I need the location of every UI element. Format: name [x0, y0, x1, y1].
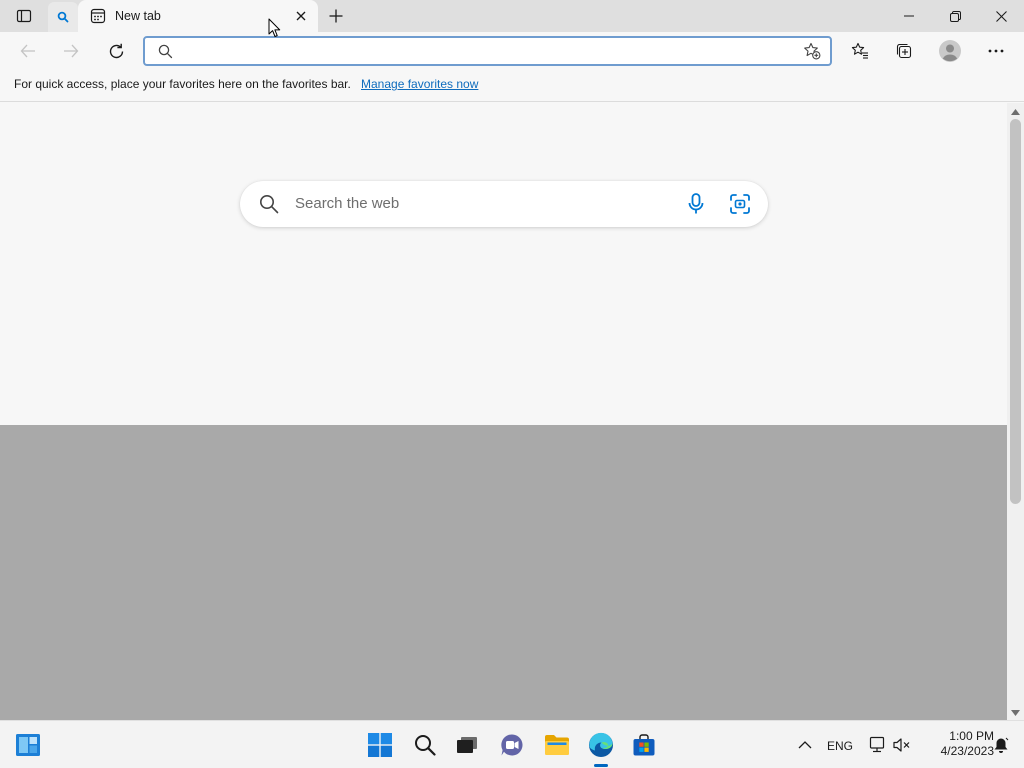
folder-icon [544, 734, 570, 756]
taskbar-search-button[interactable] [409, 729, 441, 761]
scrollbar-thumb[interactable] [1010, 119, 1021, 504]
clock-date: 4/23/2023 [940, 744, 994, 758]
file-explorer-button[interactable] [541, 729, 573, 761]
search-icon [259, 194, 279, 214]
widgets-icon [15, 733, 41, 757]
tab-bing-search[interactable] [48, 2, 78, 32]
minimize-icon [904, 11, 914, 21]
network-disconnected-icon [868, 736, 886, 754]
collections-button[interactable] [889, 36, 919, 66]
tab-actions-button[interactable] [8, 4, 40, 28]
avatar [939, 40, 961, 62]
visual-search-icon[interactable] [729, 193, 751, 215]
plus-icon [329, 9, 343, 23]
manage-favorites-link[interactable]: Manage favorites now [361, 77, 478, 91]
restore-button[interactable] [932, 0, 978, 32]
browser-toolbar [0, 32, 1024, 70]
taskbar: ENG 1:00 PM 4/23/2023 [0, 720, 1024, 768]
system-clock[interactable]: 1:00 PM 4/23/2023 [914, 729, 994, 759]
address-bar[interactable] [143, 36, 832, 66]
search-icon [414, 734, 436, 756]
active-app-indicator [594, 764, 608, 767]
forward-button[interactable] [56, 36, 86, 66]
refresh-button[interactable] [101, 36, 131, 66]
search-icon [158, 44, 173, 59]
favorites-button[interactable] [845, 36, 875, 66]
search-icon [57, 11, 69, 23]
web-search-placeholder: Search the web [295, 195, 400, 212]
close-window-button[interactable] [978, 0, 1024, 32]
content-placeholder-area [0, 425, 1007, 720]
tab-title: New tab [115, 9, 161, 23]
collections-icon [895, 42, 913, 60]
volume-muted-icon [893, 737, 911, 753]
arrow-right-icon [63, 43, 79, 59]
refresh-icon [108, 43, 125, 60]
back-button[interactable] [13, 36, 43, 66]
restore-icon [949, 10, 961, 22]
arrow-left-icon [20, 43, 36, 59]
store-button[interactable] [628, 729, 660, 761]
scroll-down-arrow-icon[interactable] [1011, 710, 1020, 716]
add-favorite-icon[interactable] [803, 42, 821, 60]
widgets-button[interactable] [12, 729, 44, 761]
microphone-icon[interactable] [686, 193, 706, 215]
settings-menu-button[interactable] [981, 36, 1011, 66]
notifications-button[interactable] [985, 729, 1017, 761]
new-tab-page: Search the web [0, 103, 1007, 720]
new-tab-button[interactable] [324, 4, 348, 28]
vertical-scrollbar[interactable] [1007, 103, 1024, 720]
new-tab-page-icon [90, 8, 106, 24]
language-indicator[interactable]: ENG [827, 739, 853, 753]
start-button[interactable] [364, 729, 396, 761]
clock-time: 1:00 PM [949, 729, 994, 743]
close-icon [995, 10, 1007, 22]
profile-button[interactable] [935, 36, 965, 66]
windows-logo-icon [368, 733, 392, 757]
teams-chat-icon [500, 733, 524, 757]
favorites-icon [851, 42, 869, 60]
store-icon [632, 733, 656, 757]
more-icon [988, 49, 1004, 53]
notification-bell-icon [993, 737, 1009, 754]
minimize-button[interactable] [886, 0, 932, 32]
favorites-bar: For quick access, place your favorites h… [0, 70, 1024, 102]
tab-actions-icon [16, 8, 32, 24]
chat-button[interactable] [496, 729, 528, 761]
chevron-up-icon [798, 741, 812, 749]
edge-taskbar-button[interactable] [585, 729, 617, 761]
close-tab-icon[interactable] [293, 8, 309, 24]
scroll-up-arrow-icon[interactable] [1011, 109, 1020, 115]
task-view-button[interactable] [451, 729, 483, 761]
edge-icon [588, 732, 614, 758]
task-view-icon [456, 736, 478, 754]
show-hidden-icons-button[interactable] [789, 729, 821, 761]
web-search-box[interactable]: Search the web [240, 181, 768, 227]
favorites-bar-message: For quick access, place your favorites h… [14, 77, 351, 91]
title-bar: New tab [0, 0, 1024, 32]
address-input[interactable] [183, 41, 783, 61]
tab-new-tab[interactable]: New tab [78, 0, 318, 32]
